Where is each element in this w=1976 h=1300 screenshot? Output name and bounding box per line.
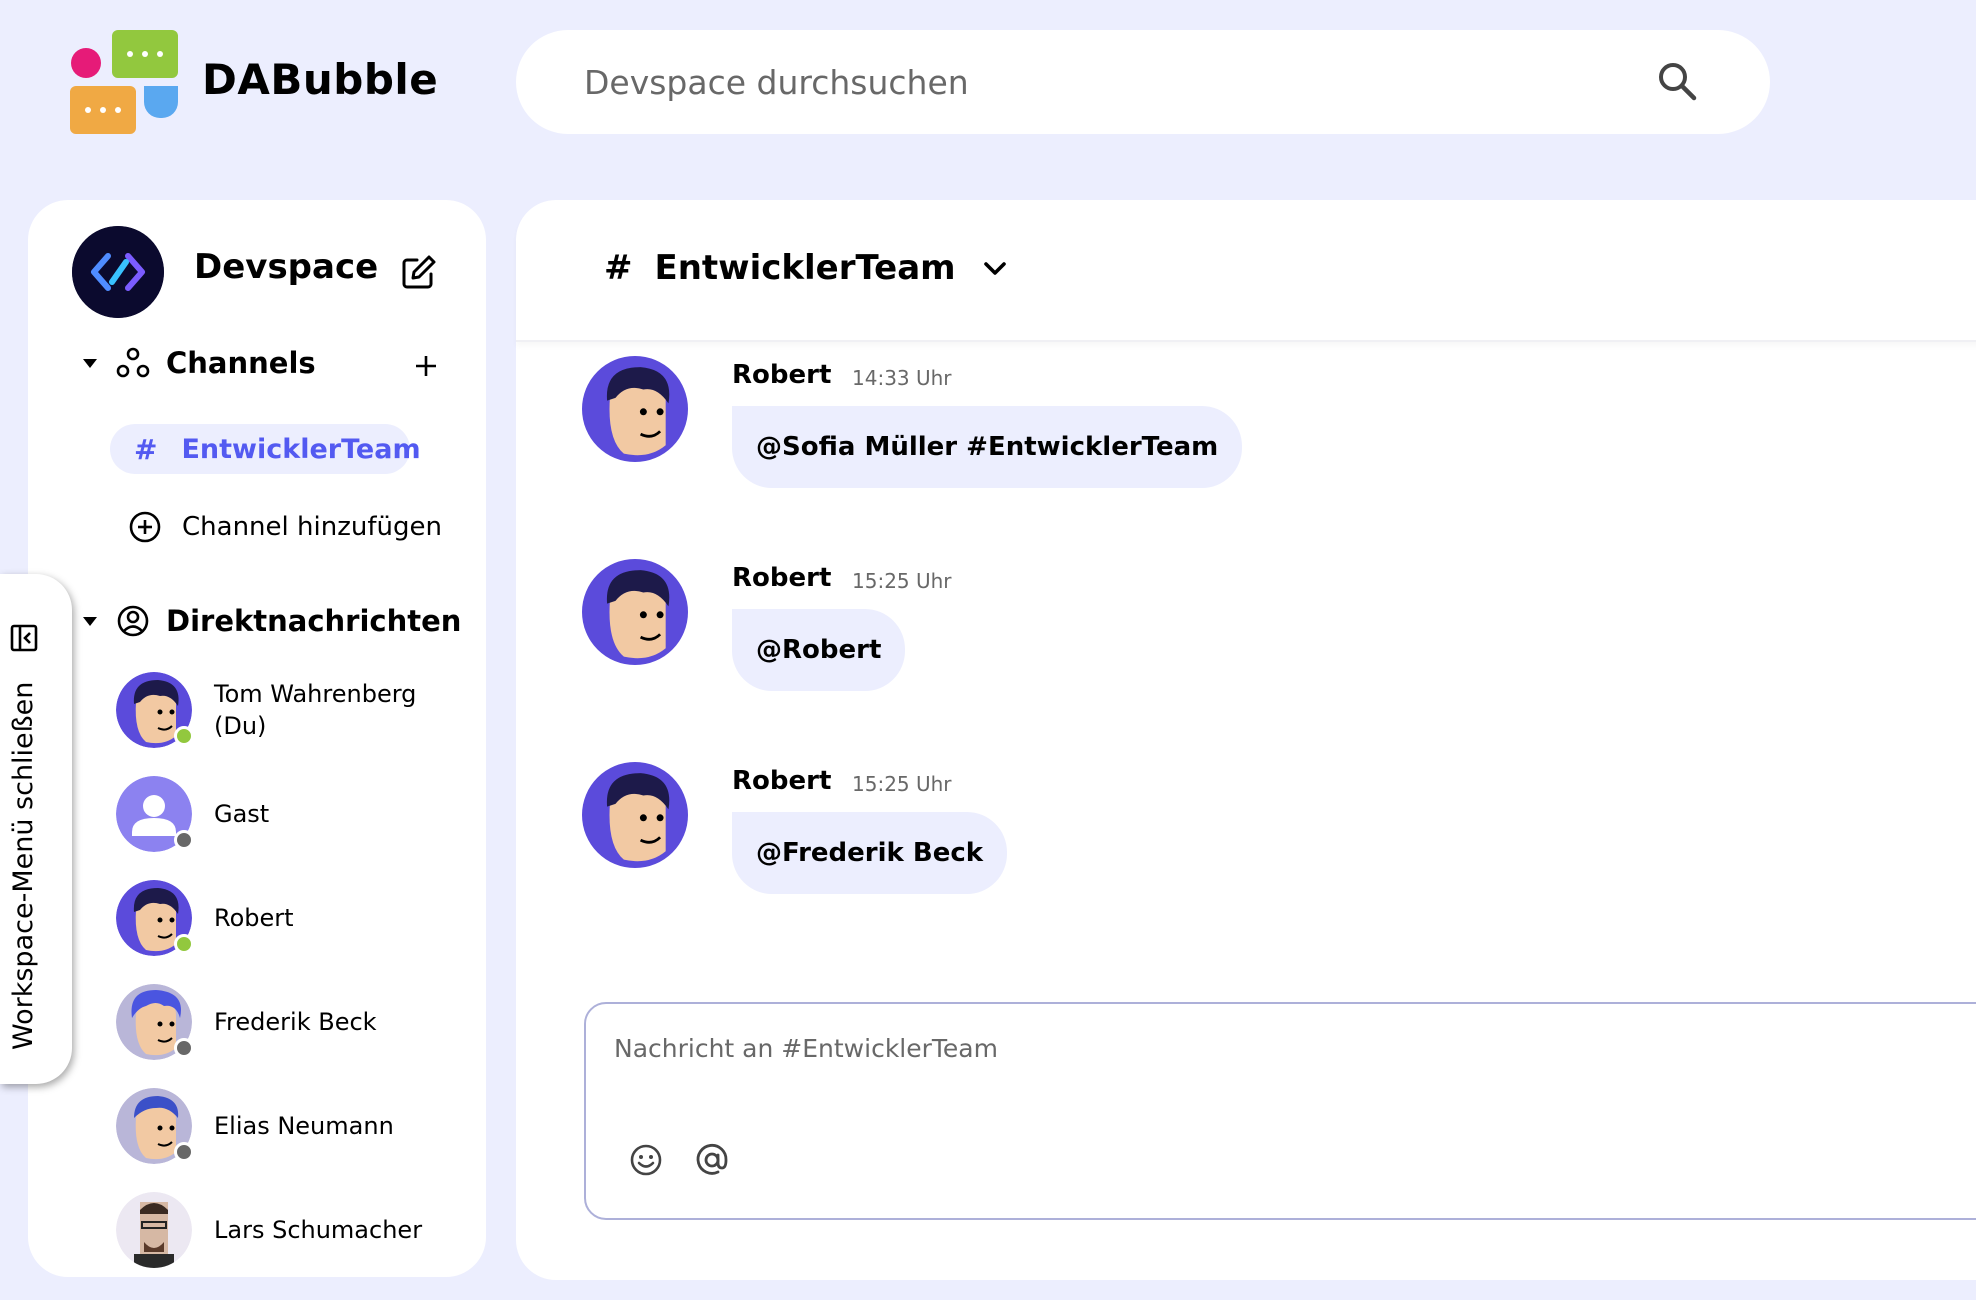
message-bubble: @Robert	[732, 609, 906, 691]
avatar	[116, 1192, 192, 1268]
channel-label: EntwicklerTeam	[181, 433, 421, 465]
account-circle-icon	[117, 605, 149, 637]
workspace-menu-toggle-label: Workspace-Menü schließen	[8, 681, 39, 1050]
offline-indicator	[174, 830, 194, 850]
avatar[interactable]	[582, 762, 688, 868]
channels-icon	[116, 347, 150, 378]
chevron-down-icon	[983, 262, 1006, 275]
dm-item-gast[interactable]: Gast	[116, 776, 456, 852]
workspace-logo	[72, 226, 164, 318]
dm-name: Elias Neumann	[214, 1112, 394, 1140]
edit-icon[interactable]	[399, 252, 439, 292]
message-composer[interactable]	[584, 1002, 1976, 1220]
workspace-panel: Devspace Channels # EntwicklerTeam Chann…	[28, 200, 486, 1277]
search-icon[interactable]	[1654, 58, 1702, 106]
dm-name: Gast	[214, 800, 270, 828]
app-brand: DABubble	[202, 55, 439, 104]
workspace-menu-toggle[interactable]: Workspace-Menü schließen	[0, 574, 72, 1084]
direct-messages-header[interactable]: Direktnachrichten	[80, 604, 461, 638]
chat-panel: # EntwicklerTeam Robert 14:33 Uhr @Sofia…	[516, 200, 1976, 1280]
hash-icon: #	[604, 248, 633, 288]
add-channel-button[interactable]: Channel hinzufügen	[128, 510, 442, 544]
avatar	[116, 984, 194, 1060]
dm-name: Tom Wahrenberg (Du)	[214, 680, 417, 740]
dabubble-logo	[70, 30, 178, 134]
avatar	[116, 880, 194, 956]
avatar	[116, 776, 194, 852]
channel-item-entwicklerteam[interactable]: # EntwicklerTeam	[110, 424, 421, 474]
channels-header[interactable]: Channels	[80, 346, 316, 380]
dm-name: Frederik Beck	[214, 1008, 377, 1036]
dm-name: Robert	[214, 904, 294, 932]
dm-item-elias-neumann[interactable]: Elias Neumann	[116, 1088, 456, 1164]
avatar	[116, 1088, 194, 1164]
online-indicator	[174, 726, 194, 746]
search-input[interactable]	[584, 60, 1584, 104]
avatar[interactable]	[582, 356, 688, 462]
emoji-icon[interactable]	[628, 1142, 664, 1178]
message-bubble: @Frederik Beck	[732, 812, 1008, 894]
message-time: 14:33 Uhr	[852, 366, 952, 390]
channel-name: EntwicklerTeam	[654, 248, 956, 288]
channels-label: Channels	[166, 346, 316, 380]
dm-item-robert[interactable]: Robert	[116, 880, 456, 956]
workspace-title: Devspace	[194, 247, 379, 287]
avatar	[116, 672, 194, 748]
message-bubble: @Sofia Müller #EntwicklerTeam	[732, 406, 1243, 488]
dm-item-lars-schumacher[interactable]: Lars Schumacher	[116, 1192, 456, 1268]
online-indicator	[174, 934, 194, 954]
message-author[interactable]: Robert	[732, 360, 831, 390]
sidebar-collapse-icon	[10, 624, 38, 652]
offline-indicator	[174, 1038, 194, 1058]
dm-item-frederik-beck[interactable]: Frederik Beck	[116, 984, 456, 1060]
at-mention-icon[interactable]	[694, 1142, 730, 1178]
plus-circle-icon	[129, 511, 161, 543]
dm-item-tom-wahrenberg[interactable]: Tom Wahrenberg (Du)	[116, 672, 456, 748]
plus-icon[interactable]	[412, 352, 440, 380]
dm-name: Lars Schumacher	[214, 1216, 423, 1244]
caret-down-icon[interactable]	[80, 353, 100, 373]
search-bar[interactable]	[516, 30, 1770, 134]
offline-indicator	[174, 1142, 194, 1162]
message-time: 15:25 Uhr	[852, 569, 952, 593]
chat-header: # EntwicklerTeam	[516, 200, 1976, 342]
direct-messages-label: Direktnachrichten	[166, 604, 462, 638]
add-channel-label: Channel hinzufügen	[182, 512, 442, 542]
message-author[interactable]: Robert	[732, 563, 831, 593]
channel-title-dropdown[interactable]: # EntwicklerTeam	[604, 248, 1010, 288]
message-time: 15:25 Uhr	[852, 772, 952, 796]
avatar[interactable]	[582, 559, 688, 665]
hash-icon: #	[134, 432, 158, 466]
caret-down-icon[interactable]	[80, 611, 100, 631]
message-input[interactable]	[614, 1028, 1914, 1068]
message-author[interactable]: Robert	[732, 766, 831, 796]
